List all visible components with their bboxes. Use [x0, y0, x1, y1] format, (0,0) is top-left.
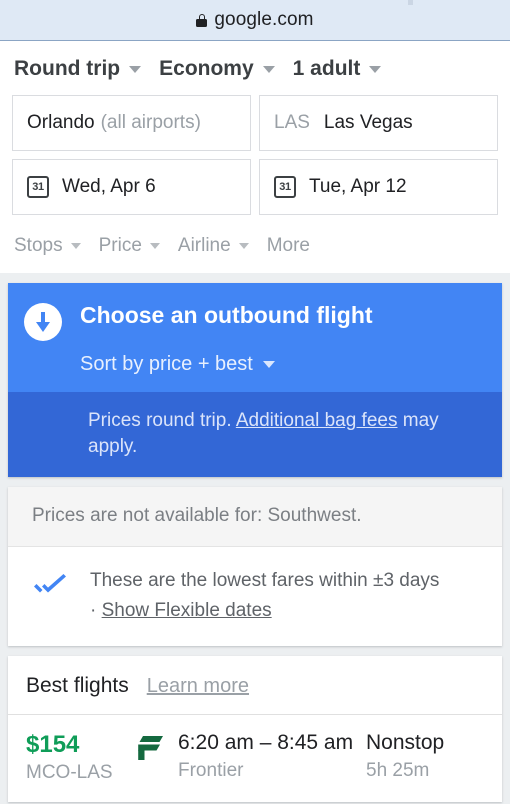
calendar-icon: 31	[27, 176, 49, 198]
filter-more-label: More	[266, 235, 310, 256]
cabin-class-selector[interactable]: Economy	[159, 57, 283, 81]
url-wrap[interactable]: google.com	[196, 9, 314, 31]
filter-price-label: Price	[98, 235, 142, 256]
filter-stops[interactable]: Stops	[14, 235, 93, 257]
chevron-down-icon	[70, 243, 81, 249]
flight-price: $154	[26, 731, 80, 759]
filter-more[interactable]: More	[267, 235, 322, 257]
return-date-label: Tue, Apr 12	[309, 176, 407, 197]
flight-price-column: $154 MCO-LAS	[26, 731, 136, 784]
destination-code: LAS	[274, 112, 310, 133]
chevron-down-icon	[262, 361, 275, 368]
flight-detail-column: 6:20 am – 8:45 am Frontier	[136, 731, 366, 781]
filter-airline-label: Airline	[177, 235, 231, 256]
trip-options-row: Round trip Economy 1 adult	[0, 41, 510, 95]
destination-field[interactable]: LAS Las Vegas	[259, 95, 498, 151]
origin-field[interactable]: Orlando (all airports)	[12, 95, 251, 151]
chevron-down-icon	[262, 65, 275, 73]
flight-times: 6:20 am – 8:45 am	[178, 731, 354, 755]
bag-fees-subbanner: Prices round trip. Additional bag fees m…	[8, 392, 502, 478]
outbound-banner-card: Choose an outbound flight Sort by price …	[8, 283, 502, 478]
airport-fields-row: Orlando (all airports) LAS Las Vegas	[0, 95, 510, 151]
additional-bag-fees-link[interactable]: Additional bag fees	[236, 410, 398, 431]
show-flexible-dates-link[interactable]: Show Flexible dates	[102, 600, 272, 621]
bag-fees-prefix: Prices round trip.	[88, 410, 236, 431]
bag-fees-note: Prices round trip. Additional bag fees m…	[88, 408, 486, 459]
sort-label: Sort by price + best	[80, 353, 253, 375]
outbound-banner: Choose an outbound flight Sort by price …	[8, 283, 502, 392]
calendar-icon: 31	[274, 176, 296, 198]
chevron-down-icon	[238, 243, 249, 249]
sort-selector[interactable]: Sort by price + best	[80, 353, 486, 376]
browser-url-bar[interactable]: google.com	[0, 0, 510, 41]
flight-route: MCO-LAS	[26, 761, 113, 783]
results-area: Choose an outbound flight Sort by price …	[0, 273, 510, 802]
frontier-logo-icon	[136, 731, 164, 761]
prices-unavailable-notice: Prices are not available for: Southwest.	[8, 487, 502, 548]
download-arrow-icon	[24, 303, 62, 341]
flight-airline: Frontier	[178, 759, 244, 781]
return-date-field[interactable]: 31 Tue, Apr 12	[259, 159, 498, 215]
banner-title: Choose an outbound flight	[80, 302, 373, 328]
lowest-fares-line: These are the lowest fares within ±3 day…	[90, 570, 440, 592]
filter-stops-label: Stops	[14, 235, 63, 256]
trip-type-label: Round trip	[14, 57, 121, 80]
filter-price[interactable]: Price	[99, 235, 172, 257]
date-fields-row: 31 Wed, Apr 6 31 Tue, Apr 12	[0, 159, 510, 215]
chevron-down-icon	[129, 65, 142, 73]
learn-more-link[interactable]: Learn more	[147, 675, 249, 698]
chevron-down-icon	[369, 65, 382, 73]
depart-date-field[interactable]: 31 Wed, Apr 6	[12, 159, 251, 215]
lock-icon	[196, 13, 208, 27]
cabin-class-label: Economy	[159, 57, 254, 80]
destination-city: Las Vegas	[323, 112, 413, 133]
flight-duration: 5h 25m	[366, 759, 430, 781]
flight-search-panel: Round trip Economy 1 adult Orlando (all …	[0, 41, 510, 273]
chrome-artifact	[408, 0, 413, 5]
flight-time-block: 6:20 am – 8:45 am Frontier	[178, 731, 353, 781]
chevron-down-icon	[149, 243, 160, 249]
double-check-icon	[24, 567, 90, 597]
flight-stops-column: Nonstop 5h 25m	[366, 731, 486, 781]
best-flights-title: Best flights	[26, 674, 129, 698]
filter-airline[interactable]: Airline	[178, 235, 261, 257]
fares-info-card: Prices are not available for: Southwest.…	[8, 487, 502, 647]
lowest-fares-row: These are the lowest fares within ±3 day…	[8, 547, 502, 647]
origin-city: Orlando	[27, 112, 95, 133]
passengers-label: 1 adult	[292, 57, 361, 80]
bullet: ·	[90, 599, 102, 621]
filters-row: Stops Price Airline More	[0, 223, 510, 273]
banner-top: Choose an outbound flight	[24, 301, 486, 341]
url-text: google.com	[214, 9, 314, 30]
flexible-dates-line: · Show Flexible dates	[90, 597, 439, 625]
best-flights-card: Best flights Learn more $154 MCO-LAS 6:2…	[8, 656, 502, 802]
table-row[interactable]: $154 MCO-LAS 6:20 am – 8:45 am Frontier	[8, 715, 502, 802]
flight-stops: Nonstop	[366, 731, 445, 755]
lowest-fares-text: These are the lowest fares within ±3 day…	[90, 567, 439, 624]
trip-type-selector[interactable]: Round trip	[14, 57, 149, 81]
depart-date-label: Wed, Apr 6	[62, 176, 156, 197]
best-flights-header: Best flights Learn more	[8, 656, 502, 716]
passengers-selector[interactable]: 1 adult	[293, 57, 390, 81]
origin-qualifier: (all airports)	[100, 112, 201, 133]
